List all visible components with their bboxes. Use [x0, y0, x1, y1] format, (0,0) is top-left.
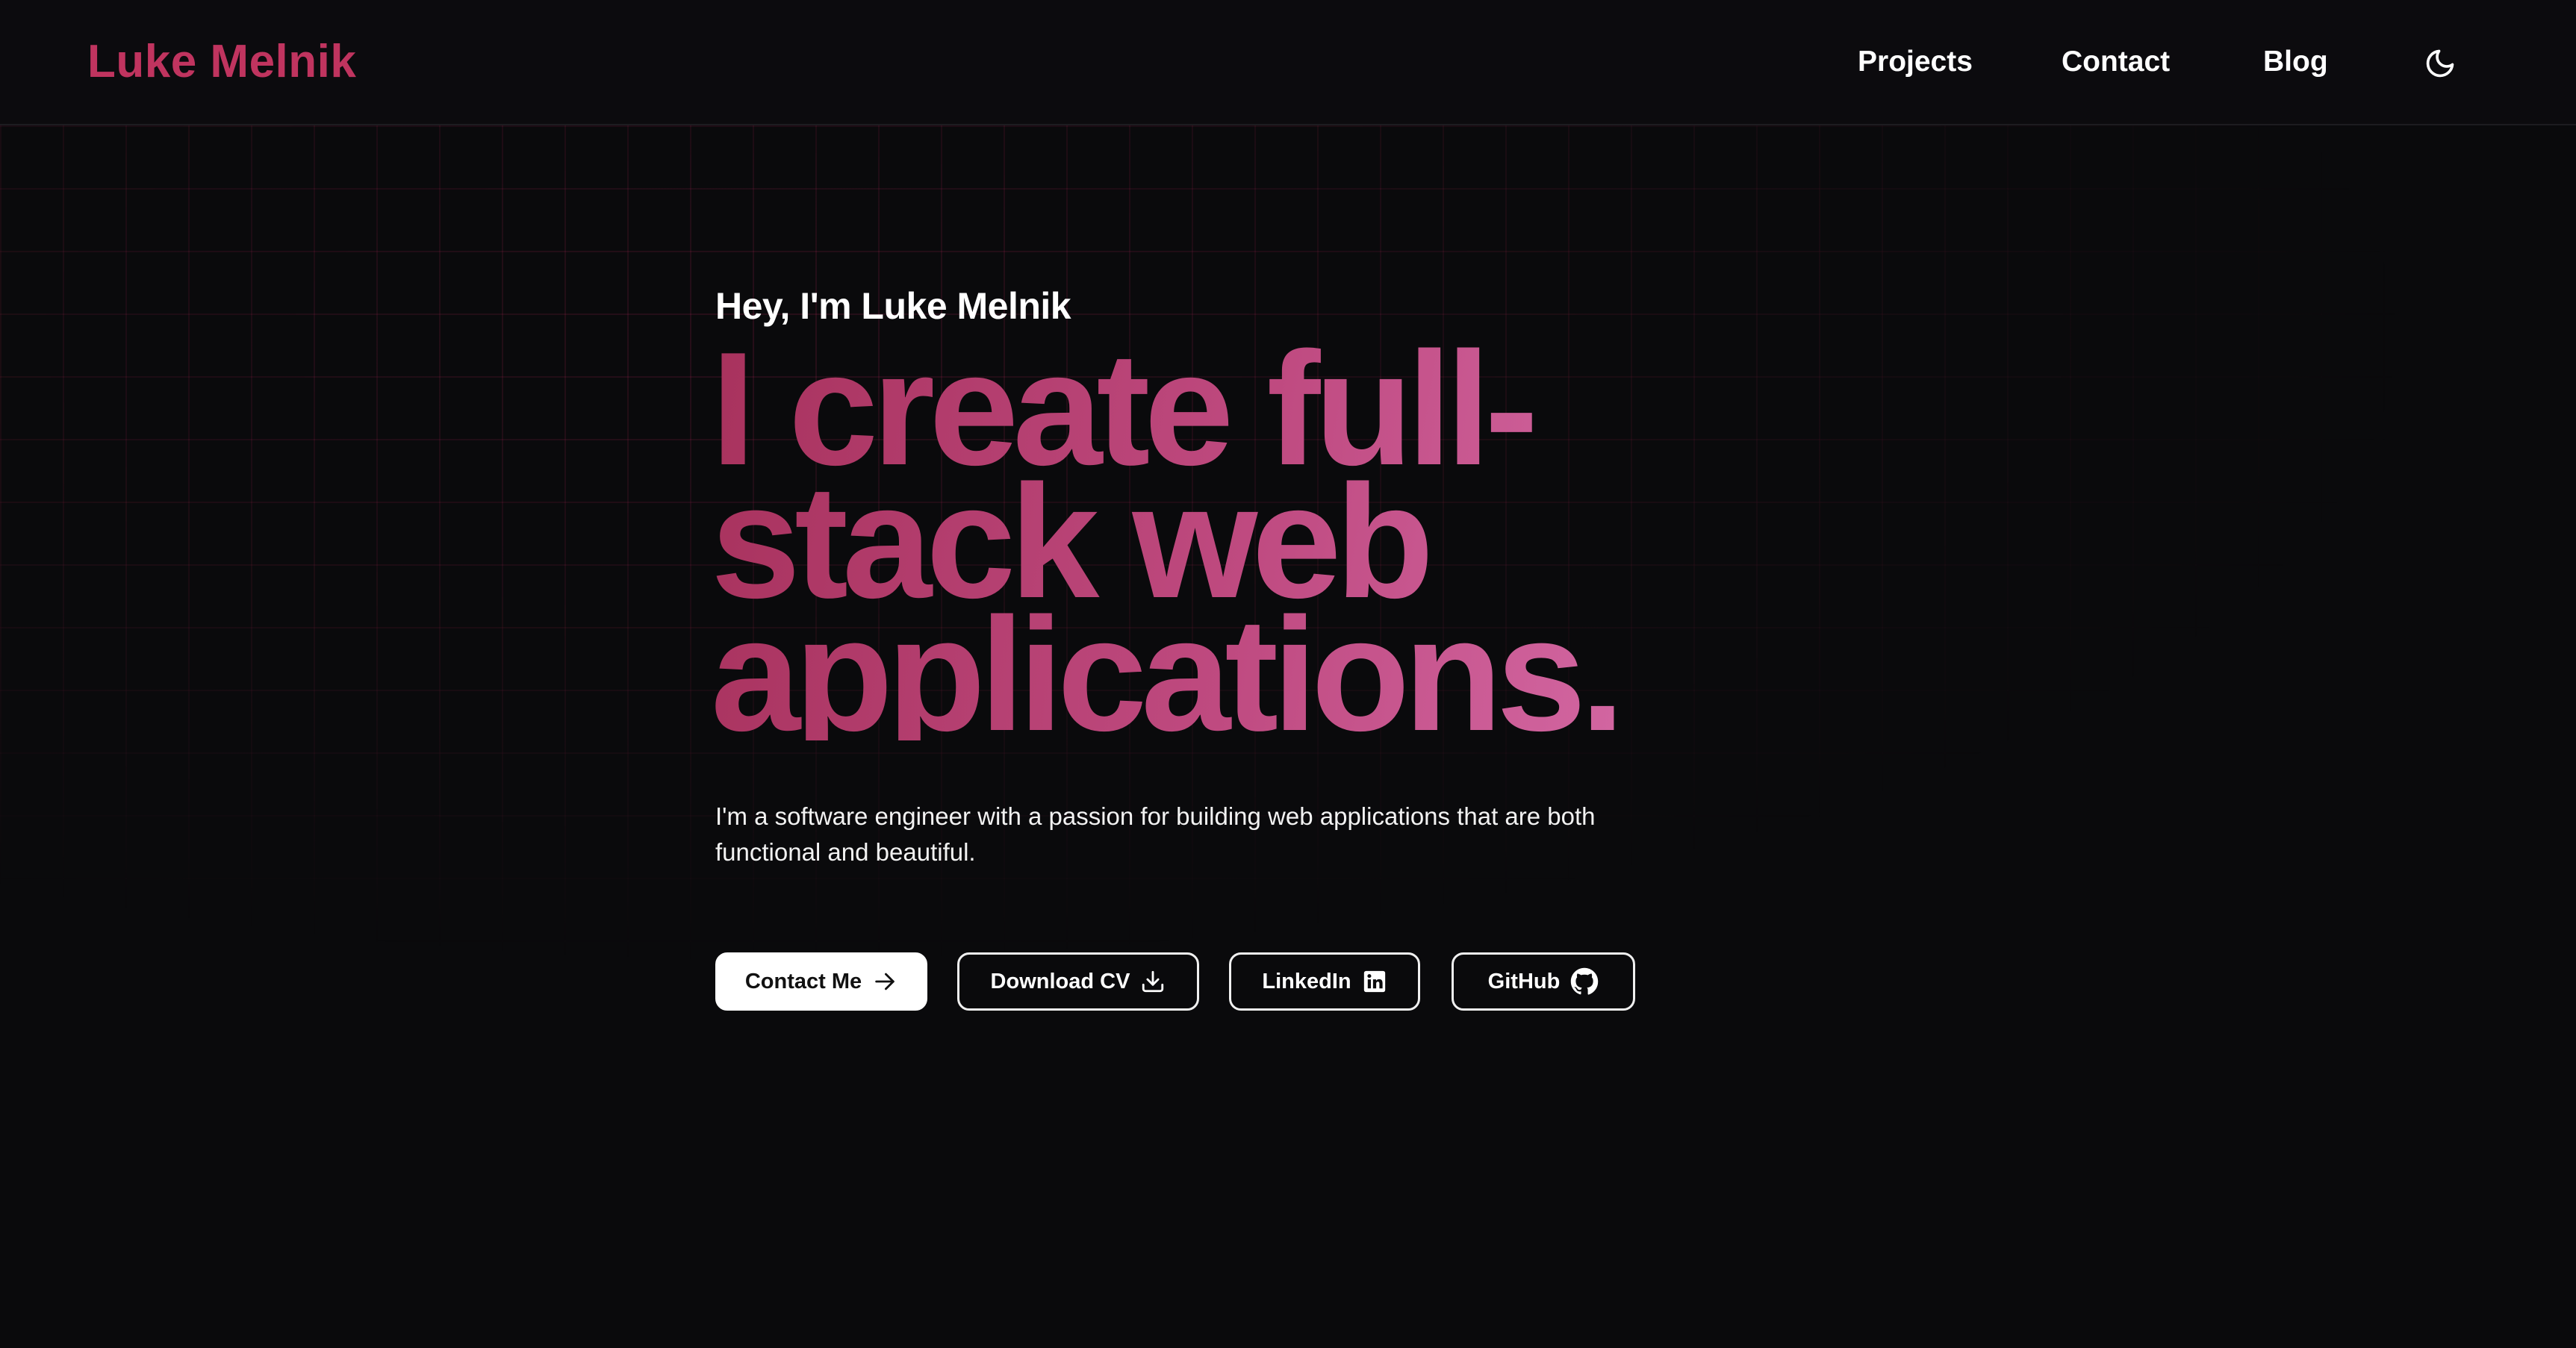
download-cv-button[interactable]: Download CV: [957, 952, 1199, 1011]
contact-me-label: Contact Me: [744, 969, 862, 993]
top-navbar: Luke Melnik Projects Contact Blog: [0, 0, 2576, 125]
github-label: GitHub: [1487, 969, 1561, 993]
brand-logo[interactable]: Luke Melnik: [87, 0, 356, 124]
linkedin-icon: [1363, 970, 1385, 993]
hero-description: I'm a software engineer with a passion f…: [715, 802, 1596, 866]
linkedin-button[interactable]: LinkedIn: [1229, 952, 1420, 1011]
download-icon: [1142, 970, 1164, 993]
nav-link-blog[interactable]: Blog: [2263, 0, 2328, 124]
theme-toggle-button[interactable]: [2424, 47, 2457, 80]
hero-actions: Contact Me Download CV LinkedIn GitHub: [715, 952, 1686, 1014]
github-button[interactable]: GitHub: [1452, 952, 1635, 1011]
download-cv-label: Download CV: [990, 969, 1130, 993]
contact-me-button[interactable]: Contact Me: [715, 952, 927, 1011]
nav-link-contact[interactable]: Contact: [2062, 0, 2170, 124]
github-icon: [1571, 967, 1599, 995]
headline-line: applications.: [711, 584, 1620, 764]
moon-icon: [2426, 49, 2454, 78]
linkedin-label: LinkedIn: [1262, 969, 1351, 993]
hero-section: Hey, I'm Luke Melnik I create full- stac…: [715, 284, 1761, 1011]
arrow-right-icon: [875, 973, 895, 990]
hero-headline: I create full- stack web applications.: [711, 342, 1681, 740]
nav-link-projects[interactable]: Projects: [1858, 0, 1973, 124]
